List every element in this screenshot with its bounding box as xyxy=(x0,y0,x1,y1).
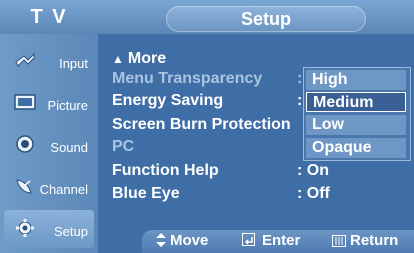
picture-icon xyxy=(14,94,36,110)
transparency-dropdown[interactable]: High Medium Low Opaque xyxy=(303,67,411,161)
more-item[interactable]: ▲ More xyxy=(112,50,166,68)
row-label: Menu Transparency xyxy=(112,70,263,87)
row-value: : xyxy=(297,70,303,87)
row-label: Screen Burn Protection xyxy=(112,116,291,133)
row-label: Energy Saving xyxy=(112,92,224,109)
function-help-row[interactable]: Function Help : On xyxy=(112,162,329,180)
screen-burn-protection-row[interactable]: Screen Burn Protection xyxy=(112,116,291,134)
sidebar-item-input[interactable]: Input xyxy=(4,42,94,80)
satellite-dish-icon xyxy=(16,179,32,194)
blue-eye-row[interactable]: Blue Eye : Off xyxy=(112,185,330,203)
up-down-arrow-icon xyxy=(156,233,166,247)
move-hint: Move xyxy=(156,232,208,249)
row-value: : Off xyxy=(297,185,330,202)
sidebar: Input Picture Sound Channel Setup xyxy=(0,34,98,253)
sidebar-item-label: Setup xyxy=(54,224,88,239)
sidebar-item-sound[interactable]: Sound xyxy=(4,126,94,164)
energy-saving-row[interactable]: Energy Saving : xyxy=(112,92,302,110)
row-value: : xyxy=(297,92,303,109)
up-arrow-icon: ▲ xyxy=(112,52,124,66)
sidebar-item-channel[interactable]: Channel xyxy=(4,168,94,206)
menu-icon xyxy=(332,235,346,247)
option-high[interactable]: High xyxy=(306,70,406,90)
row-label: Function Help xyxy=(112,162,219,179)
return-hint: Return xyxy=(332,232,398,249)
speaker-icon xyxy=(16,135,34,153)
gear-icon xyxy=(16,219,34,237)
enter-hint: Enter xyxy=(242,232,300,249)
row-label: PC xyxy=(112,138,135,155)
sidebar-item-label: Channel xyxy=(39,182,88,197)
pc-row: PC xyxy=(112,138,134,156)
input-plug-icon xyxy=(15,52,35,67)
menu-transparency-row[interactable]: Menu Transparency : xyxy=(112,70,302,88)
option-low[interactable]: Low xyxy=(306,115,406,135)
sidebar-item-label: Sound xyxy=(50,140,88,155)
sidebar-item-picture[interactable]: Picture xyxy=(4,84,94,122)
row-value: : On xyxy=(297,162,329,179)
enter-icon xyxy=(242,233,255,246)
sidebar-item-label: Input xyxy=(59,56,88,71)
title-bar: T V Setup xyxy=(0,0,414,34)
tv-label: T V xyxy=(30,6,68,28)
button-guide-bar: Move Enter Return xyxy=(142,230,414,253)
option-medium[interactable]: Medium xyxy=(306,92,406,112)
sidebar-item-label: Picture xyxy=(47,98,88,113)
row-label: Blue Eye xyxy=(112,185,180,202)
option-opaque[interactable]: Opaque xyxy=(306,138,406,158)
sidebar-item-setup[interactable]: Setup xyxy=(4,210,94,248)
section-title: Setup xyxy=(166,6,366,32)
